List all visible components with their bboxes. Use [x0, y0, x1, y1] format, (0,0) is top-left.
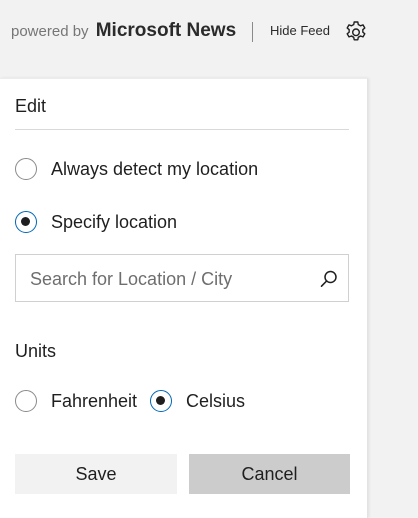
radio-fahrenheit[interactable]: Fahrenheit — [15, 390, 137, 412]
search-icon[interactable] — [319, 269, 339, 289]
location-search-input[interactable] — [30, 267, 300, 291]
powered-by-label: powered by — [11, 23, 89, 40]
edit-panel: Edit Always detect my location Specify l… — [0, 78, 368, 518]
radio-label: Fahrenheit — [51, 390, 138, 411]
location-search-box[interactable] — [15, 254, 349, 302]
radio-label: Always detect my location — [51, 158, 259, 179]
radio-button-checked[interactable] — [15, 211, 37, 233]
radio-specify-location[interactable]: Specify location — [15, 211, 177, 233]
gear-icon[interactable] — [343, 19, 369, 45]
header-divider — [252, 22, 253, 42]
radio-button-unchecked[interactable] — [15, 158, 37, 180]
radio-label: Celsius — [186, 390, 246, 411]
save-button[interactable]: Save — [15, 454, 177, 494]
radio-celsius[interactable]: Celsius — [150, 390, 245, 412]
radio-button-checked[interactable] — [150, 390, 172, 412]
brand-name: Microsoft News — [95, 20, 237, 41]
radio-button-unchecked[interactable] — [15, 390, 37, 412]
feed-header: powered by Microsoft News Hide Feed — [0, 0, 418, 64]
radio-label: Specify location — [51, 211, 178, 232]
powered-by-attribution: powered by Microsoft News — [11, 20, 236, 42]
cancel-button[interactable]: Cancel — [189, 454, 350, 494]
units-title: Units — [15, 341, 57, 361]
radio-always-detect-location[interactable]: Always detect my location — [15, 158, 258, 180]
title-divider — [15, 129, 349, 130]
hide-feed-link[interactable]: Hide Feed — [270, 23, 330, 38]
edit-title: Edit — [15, 96, 47, 116]
